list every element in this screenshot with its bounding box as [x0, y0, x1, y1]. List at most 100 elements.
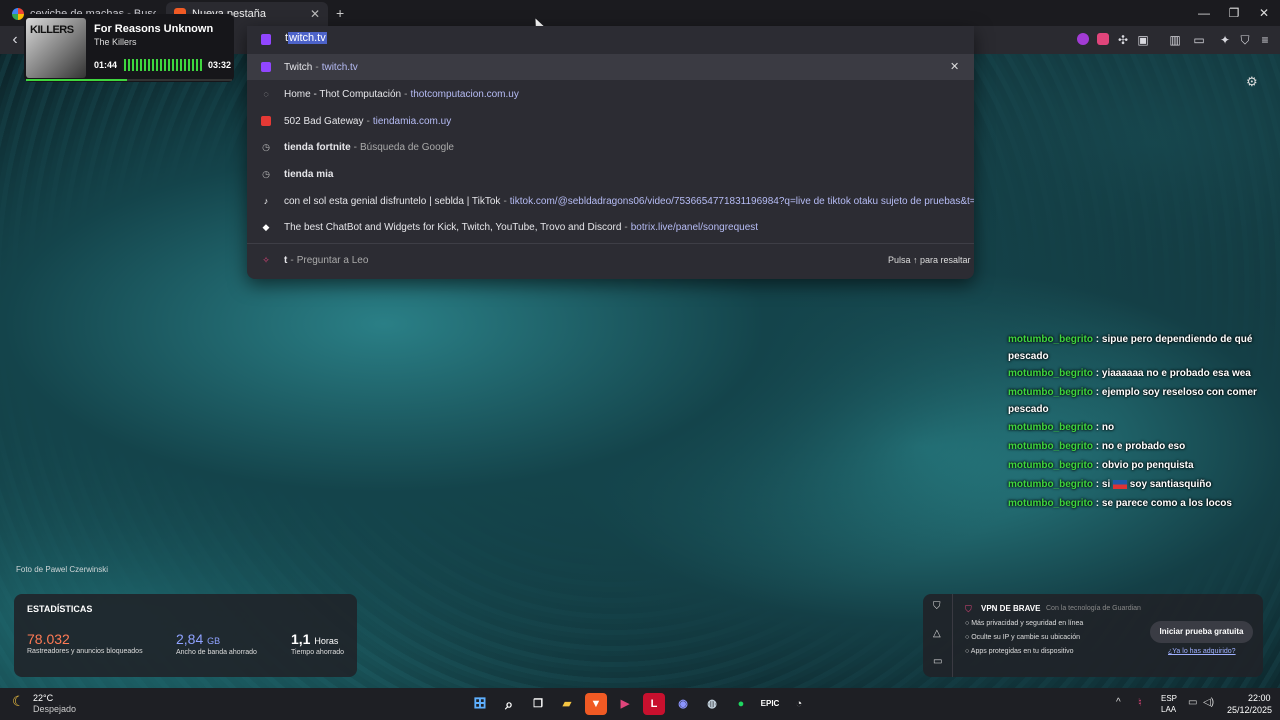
- suggestion-item[interactable]: ◆ The best ChatBot and Widgets for Kick,…: [247, 214, 974, 240]
- chat-user: motumbo_begrito: [1008, 441, 1093, 452]
- globe-icon: ◌: [263, 89, 269, 99]
- weather-temp[interactable]: 22°C: [33, 693, 53, 703]
- leo-extension-icon[interactable]: [1077, 33, 1089, 45]
- start-trial-button[interactable]: Iniciar prueba gratuita: [1150, 621, 1253, 643]
- remove-suggestion-icon[interactable]: ✕: [950, 60, 959, 73]
- chat-user: motumbo_begrito: [1008, 422, 1093, 433]
- restore-button[interactable]: ❐: [1224, 4, 1244, 22]
- suggestion-source: Preguntar a Leo: [296, 254, 369, 266]
- suggestion-url: tiktok.com/@sebldadragons06/video/753665…: [509, 195, 974, 207]
- chat-user: motumbo_begrito: [1008, 387, 1093, 398]
- time-label: Tiempo ahorrado: [291, 649, 345, 656]
- close-icon[interactable]: ✕: [310, 7, 320, 21]
- minimize-button[interactable]: —: [1194, 4, 1214, 22]
- bandwidth-label: Ancho de banda ahorrado: [176, 649, 257, 656]
- vpn-shield-icon[interactable]: ⛉: [1238, 33, 1252, 47]
- screenshot-icon[interactable]: ▣: [1136, 33, 1150, 47]
- chat-user: motumbo_begrito: [1008, 460, 1093, 471]
- leo-ai-icon[interactable]: ✦: [1218, 33, 1232, 47]
- chat-text: : no: [1093, 422, 1115, 433]
- tiendamia-icon: [261, 116, 271, 126]
- file-explorer-icon[interactable]: ▰: [556, 693, 578, 715]
- chat-text: soy santiasquiño: [1127, 479, 1212, 490]
- stats-card: ESTADÍSTICAS 78.032 Rastreadores y anunc…: [14, 594, 357, 677]
- suggestion-separator: -: [624, 221, 628, 233]
- app-red-icon[interactable]: L: [643, 693, 665, 715]
- chat-message: motumbo_begrito : se parece como a los l…: [1008, 495, 1268, 512]
- address-bar[interactable]: twitch.tv: [247, 26, 974, 54]
- chat-text: : no e probado eso: [1093, 441, 1186, 452]
- address-input[interactable]: twitch.tv: [285, 32, 327, 48]
- suggestion-separator: -: [353, 141, 358, 153]
- epic-games-icon[interactable]: EPIC: [759, 693, 781, 715]
- brave-taskbar-icon[interactable]: ▼: [585, 693, 607, 715]
- extension-icon[interactable]: [1097, 33, 1109, 45]
- progress-track[interactable]: [26, 79, 232, 81]
- menu-icon[interactable]: ≡: [1258, 33, 1272, 47]
- suggestion-item[interactable]: 502 Bad Gateway - tiendamia.com.uy: [247, 108, 974, 134]
- weather-condition[interactable]: Despejado: [33, 704, 76, 714]
- suggestion-item[interactable]: ◷ tienda fortnite - Búsqueda de Google: [247, 134, 974, 160]
- news-icon[interactable]: ▭: [933, 656, 942, 667]
- taskbar: [0, 688, 1280, 720]
- history-icon: ◷: [262, 169, 270, 179]
- photo-credit[interactable]: Foto de Pawel Czerwinski: [16, 565, 108, 574]
- vpn-logo-icon: ⛉: [965, 604, 972, 614]
- language-indicator[interactable]: ESP: [1161, 694, 1177, 703]
- total-time: 03:32: [208, 60, 232, 70]
- back-icon[interactable]: ‹: [8, 32, 22, 48]
- stats-heading: ESTADÍSTICAS: [27, 604, 93, 614]
- app-icon[interactable]: ◔: [788, 693, 810, 715]
- vpn-shield-icon[interactable]: ⛉: [933, 601, 941, 612]
- flag-emote-icon: [1113, 479, 1128, 489]
- network-icon[interactable]: ▭: [1188, 697, 1197, 708]
- new-tab-button[interactable]: +: [336, 5, 344, 21]
- omnibox-dropdown: twitch.tv Twitch - twitch.tv ✕ ◌ Home - Th…: [247, 26, 974, 279]
- suggestion-title: tienda mia: [284, 168, 334, 180]
- chat-message: motumbo_begrito : sipue pero dependiendo…: [1008, 331, 1268, 365]
- wallet-icon[interactable]: ▭: [1192, 33, 1206, 47]
- warning-icon[interactable]: △: [933, 628, 941, 639]
- discord-icon[interactable]: ◉: [672, 693, 694, 715]
- time-unit: Horas: [314, 636, 339, 646]
- ask-leo-item[interactable]: ✧ t - Preguntar a Leo Pulsa ↑ para resalta…: [247, 247, 974, 273]
- time-saved: 1,1 Horas: [291, 631, 338, 647]
- divider: [247, 243, 974, 244]
- steam-icon[interactable]: ◍: [701, 693, 723, 715]
- keyboard-layout[interactable]: LAA: [1161, 705, 1176, 714]
- microphone-icon[interactable]: ♮: [1138, 696, 1142, 709]
- settings-gear-icon[interactable]: ⚙: [1246, 74, 1258, 90]
- clock-date[interactable]: 25/12/2025: [1227, 705, 1272, 715]
- clock-time[interactable]: 22:00: [1248, 693, 1271, 703]
- volume-icon[interactable]: ◁): [1203, 697, 1214, 708]
- suggestion-title: The best ChatBot and Widgets for Kick, T…: [284, 221, 622, 233]
- chat-message: motumbo_begrito : obvio po penquista: [1008, 457, 1268, 474]
- media-widget[interactable]: KILLERS For Reasons Unknown The Killers …: [24, 14, 234, 82]
- chat-user: motumbo_begrito: [1008, 479, 1093, 490]
- bandwidth-unit: GB: [207, 636, 221, 646]
- vpn-feature: ○ Más privacidad y seguridad en línea: [965, 620, 1084, 627]
- spotify-icon[interactable]: ●: [730, 693, 752, 715]
- suggestion-title: con el sol esta genial disfruntelo | seb…: [284, 195, 501, 207]
- task-view-icon[interactable]: ❐: [527, 693, 549, 715]
- media-player-icon[interactable]: ▶: [614, 693, 636, 715]
- chat-text: : obvio po penquista: [1093, 460, 1194, 471]
- close-window-button[interactable]: ✕: [1254, 4, 1274, 22]
- leo-icon: ✧: [262, 255, 270, 265]
- vpn-feature: ○ Oculte su IP y cambie su ubicación: [965, 634, 1081, 641]
- track-artist: The Killers: [94, 37, 137, 47]
- chevron-up-icon[interactable]: ^: [1116, 697, 1121, 708]
- search-icon[interactable]: ⌕: [498, 693, 520, 715]
- already-purchased-link[interactable]: ¿Ya lo has adquirido?: [1168, 648, 1236, 655]
- sidebar-icon[interactable]: ▥: [1168, 33, 1182, 47]
- suggestion-source: Búsqueda de Google: [360, 141, 454, 153]
- chat-message: motumbo_begrito : ejemplo soy reseloso c…: [1008, 384, 1268, 418]
- suggestion-item[interactable]: ◌ Home - Thot Computación - thotcomputacio…: [247, 81, 974, 107]
- windows-start-icon[interactable]: ⊞: [469, 693, 491, 715]
- puzzle-icon[interactable]: ✣: [1116, 33, 1130, 47]
- suggestion-item[interactable]: ♪ con el sol esta genial disfruntelo | s…: [247, 188, 974, 214]
- suggestion-item[interactable]: ◷ tienda mia: [247, 161, 974, 187]
- suggestion-item[interactable]: Twitch - twitch.tv ✕: [247, 54, 974, 80]
- moon-icon: ☾: [12, 693, 25, 709]
- chat-message: motumbo_begrito : no: [1008, 419, 1268, 436]
